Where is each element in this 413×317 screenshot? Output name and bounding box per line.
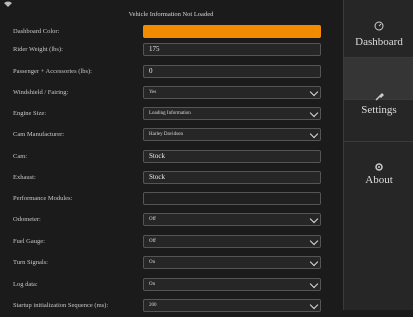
cam-manufacturer-value: Harley Davidson bbox=[149, 132, 184, 137]
startup-sequence-label: Startup initialization Sequence (ms): bbox=[13, 302, 109, 309]
fuel-gauge-value: Off bbox=[149, 239, 156, 244]
gauge-icon bbox=[374, 21, 384, 31]
chevron-down-icon bbox=[309, 300, 319, 310]
odometer-select[interactable]: Off bbox=[143, 213, 321, 226]
sidebar: Dashboard Settings About bbox=[343, 0, 413, 310]
chevron-down-icon bbox=[309, 279, 319, 289]
windshield-select[interactable]: Yes bbox=[143, 86, 321, 99]
sidebar-item-about[interactable]: About bbox=[344, 100, 413, 186]
chevron-down-icon bbox=[309, 214, 319, 224]
exhaust-row: Exhaust: Stock bbox=[0, 168, 342, 189]
chevron-down-icon bbox=[309, 236, 319, 246]
sidebar-item-label: Dashboard bbox=[355, 36, 403, 48]
cam-manufacturer-label: Cam Manufacturer: bbox=[13, 131, 65, 138]
rider-weight-label: Rider Weight (lbs): bbox=[13, 46, 63, 53]
odometer-label: Odometer: bbox=[13, 216, 41, 223]
fuel-gauge-label: Fuel Gauge: bbox=[13, 238, 45, 245]
engine-size-value: Loading Information bbox=[149, 111, 191, 116]
cam-label: Cam: bbox=[13, 153, 28, 160]
fuel-gauge-select[interactable]: Off bbox=[143, 235, 321, 248]
sidebar-item-label: About bbox=[365, 174, 393, 186]
gear-icon bbox=[374, 162, 384, 172]
log-data-label: Log data: bbox=[13, 281, 38, 288]
windshield-value: Yes bbox=[149, 90, 157, 95]
chevron-down-icon bbox=[309, 257, 319, 267]
cam-manufacturer-select[interactable]: Harley Davidson bbox=[143, 128, 321, 141]
turn-signals-value: On bbox=[149, 260, 156, 265]
turn-signals-select[interactable]: On bbox=[143, 256, 321, 269]
exhaust-input[interactable]: Stock bbox=[143, 171, 321, 184]
turn-signals-label: Turn Signals: bbox=[13, 259, 48, 266]
performance-modules-row: Performance Modules: bbox=[0, 189, 342, 210]
engine-size-row: Engine Size: Loading Information bbox=[0, 104, 342, 125]
chevron-down-icon bbox=[309, 108, 319, 118]
wifi-icon bbox=[4, 1, 12, 9]
windshield-row: Windshield / Fairing: Yes bbox=[0, 83, 342, 104]
log-data-select[interactable]: On bbox=[143, 278, 321, 291]
engine-size-select[interactable]: Loading Information bbox=[143, 107, 321, 120]
passenger-weight-label: Passenger + Accessories (lbs): bbox=[13, 68, 92, 75]
passenger-weight-input[interactable]: 0 bbox=[143, 65, 321, 78]
exhaust-label: Exhaust: bbox=[13, 174, 36, 181]
startup-sequence-select[interactable]: 200 bbox=[143, 299, 321, 312]
dashboard-color-label: Dashboard Color: bbox=[13, 28, 60, 35]
chevron-down-icon bbox=[309, 129, 319, 139]
sidebar-item-dashboard[interactable]: Dashboard bbox=[344, 0, 413, 58]
cam-row: Cam: Stock bbox=[0, 147, 342, 168]
performance-modules-label: Performance Modules: bbox=[13, 195, 73, 202]
rider-weight-input[interactable]: 175 bbox=[143, 43, 321, 56]
odometer-row: Odometer: Off bbox=[0, 210, 342, 231]
sidebar-item-settings[interactable]: Settings bbox=[344, 58, 413, 116]
startup-sequence-row: Startup initialization Sequence (ms): 20… bbox=[0, 296, 342, 317]
log-data-row: Log data: On bbox=[0, 275, 342, 296]
dashboard-color-picker[interactable] bbox=[143, 25, 321, 38]
passenger-weight-row: Passenger + Accessories (lbs): 0 bbox=[0, 62, 342, 83]
startup-sequence-value: 200 bbox=[149, 303, 157, 308]
cam-manufacturer-row: Cam Manufacturer: Harley Davidson bbox=[0, 125, 342, 146]
fuel-gauge-row: Fuel Gauge: Off bbox=[0, 232, 342, 253]
engine-size-label: Engine Size: bbox=[13, 110, 47, 117]
cam-input[interactable]: Stock bbox=[143, 150, 321, 163]
chevron-down-icon bbox=[309, 87, 319, 97]
odometer-value: Off bbox=[149, 217, 156, 222]
windshield-label: Windshield / Fairing: bbox=[13, 89, 69, 96]
rider-weight-row: Rider Weight (lbs): 175 bbox=[0, 40, 342, 61]
turn-signals-row: Turn Signals: On bbox=[0, 253, 342, 274]
log-data-value: On bbox=[149, 282, 156, 287]
performance-modules-input[interactable] bbox=[143, 192, 321, 205]
page-title: Vehicle Information Not Loaded bbox=[128, 11, 214, 18]
